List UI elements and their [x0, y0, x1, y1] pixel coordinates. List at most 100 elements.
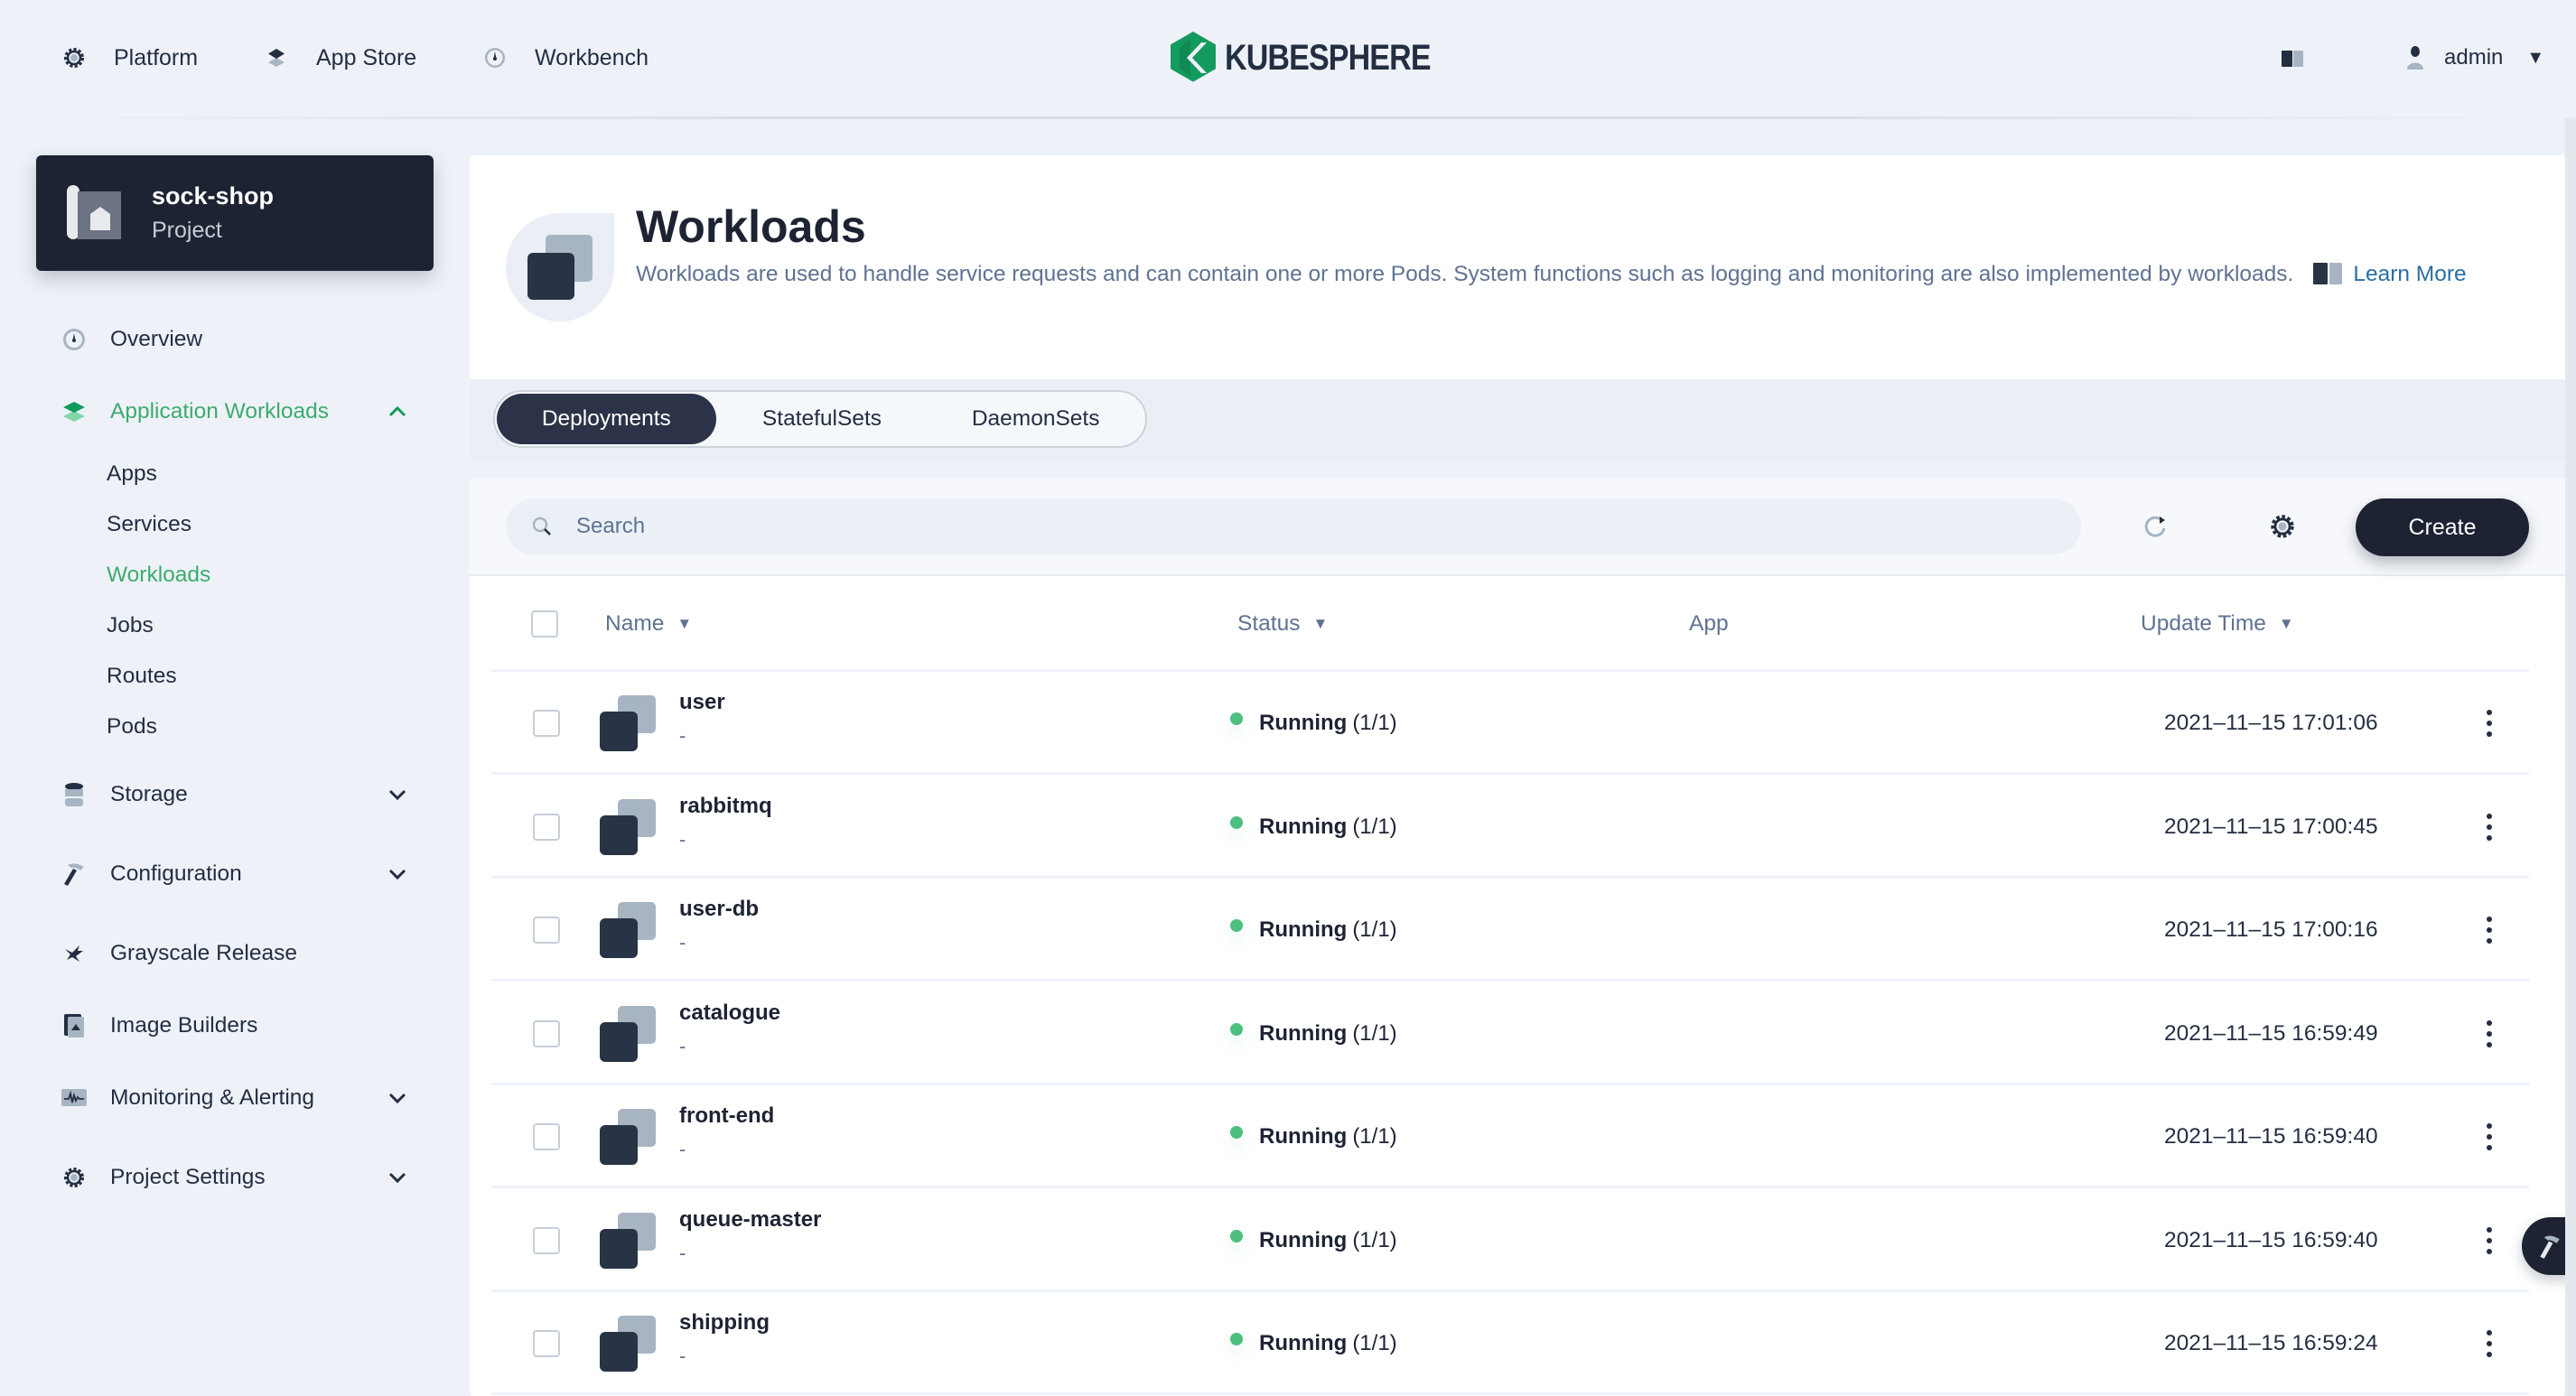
kebab-dot-icon: [2487, 731, 2492, 737]
deployment-icon: [600, 902, 656, 958]
kebab-dot-icon: [2487, 824, 2492, 830]
table-row[interactable]: rabbitmq - Running (1/1) 2021–11–15 17:0…: [491, 776, 2529, 879]
kebab-dot-icon: [2487, 1248, 2492, 1254]
sidebar-item-application-workloads[interactable]: Application Workloads: [61, 394, 423, 430]
workload-description: -: [679, 724, 686, 747]
nav-platform-label: Platform: [114, 44, 199, 70]
gear-icon: [2271, 515, 2294, 538]
workload-name[interactable]: user-db: [679, 897, 759, 922]
row-checkbox[interactable]: [533, 813, 560, 841]
workload-description: -: [679, 1345, 686, 1367]
sidebar-item-label: Configuration: [110, 861, 242, 886]
column-status[interactable]: Status ▼: [1237, 576, 1328, 672]
more-actions-button[interactable]: [2480, 810, 2498, 844]
workload-description: -: [679, 1138, 686, 1160]
sidebar-subitem-apps[interactable]: Apps: [107, 458, 157, 490]
row-checkbox[interactable]: [533, 1330, 560, 1357]
documentation-button[interactable]: [2280, 45, 2307, 72]
status-text: Running: [1259, 1227, 1348, 1252]
search-box[interactable]: [506, 498, 2081, 554]
workload-name[interactable]: front-end: [679, 1103, 774, 1129]
workload-name[interactable]: shipping: [679, 1310, 770, 1336]
description-text: Workloads are used to handle service req…: [636, 262, 2294, 286]
column-update-time[interactable]: Update Time ▼: [2141, 576, 2294, 672]
row-checkbox[interactable]: [533, 1123, 560, 1150]
create-button[interactable]: Create: [2356, 498, 2529, 556]
workload-description: -: [679, 1034, 686, 1057]
sidebar-item-storage[interactable]: Storage: [61, 777, 423, 813]
sidebar-subitem-pods[interactable]: Pods: [107, 711, 157, 743]
project-selector[interactable]: sock-shop Project: [36, 155, 434, 271]
more-actions-button[interactable]: [2480, 706, 2498, 740]
workload-description: -: [679, 931, 686, 954]
sidebar-item-overview[interactable]: Overview: [61, 321, 423, 358]
top-navbar: Platform App Store Workbench KUBESPHERE …: [0, 0, 2576, 119]
update-time: 2021–11–15 16:59:40: [2164, 1124, 2378, 1149]
table-row[interactable]: queue-master - Running (1/1) 2021–11–15 …: [491, 1189, 2529, 1292]
more-actions-button[interactable]: [2480, 913, 2498, 947]
table-row[interactable]: catalogue - Running (1/1) 2021–11–15 16:…: [491, 982, 2529, 1085]
layers-icon: [61, 399, 87, 424]
more-actions-button[interactable]: [2480, 1017, 2498, 1051]
book-icon: [2313, 263, 2343, 284]
replica-count: (1/1): [1352, 1227, 1397, 1252]
status-badge: Running (1/1): [1230, 1225, 1397, 1256]
refresh-button[interactable]: [2142, 513, 2170, 540]
learn-more-link[interactable]: Learn More: [2353, 262, 2466, 286]
nav-workbench[interactable]: Workbench: [481, 40, 649, 76]
tab-deployments[interactable]: Deployments: [497, 394, 716, 444]
sidebar-item-project-settings[interactable]: Project Settings: [61, 1159, 423, 1196]
row-checkbox[interactable]: [533, 1226, 560, 1254]
table-settings-button[interactable]: [2269, 513, 2296, 540]
select-all-checkbox[interactable]: [531, 610, 558, 638]
database-icon: [61, 782, 87, 807]
more-actions-button[interactable]: [2480, 1120, 2498, 1154]
chevron-down-icon: [388, 1172, 406, 1184]
row-checkbox[interactable]: [533, 917, 560, 944]
workload-name[interactable]: user: [679, 690, 725, 715]
kebab-dot-icon: [2487, 710, 2492, 715]
more-actions-button[interactable]: [2480, 1224, 2498, 1258]
sidebar-item-image-builders[interactable]: Image Builders: [61, 1008, 423, 1044]
sidebar-subitem-routes[interactable]: Routes: [107, 660, 177, 693]
nav-app-store-label: App Store: [316, 44, 417, 70]
row-checkbox[interactable]: [533, 1019, 560, 1047]
page-scrollbar[interactable]: [2565, 117, 2576, 1396]
sidebar-item-monitoring-alerting[interactable]: Monitoring & Alerting: [61, 1080, 423, 1116]
sidebar-subitem-services[interactable]: Services: [107, 508, 191, 541]
nav-platform[interactable]: Platform: [60, 40, 198, 76]
table-row[interactable]: user-db - Running (1/1) 2021–11–15 17:00…: [491, 879, 2529, 982]
status-badge: Running (1/1): [1230, 812, 1397, 842]
more-actions-button[interactable]: [2480, 1326, 2498, 1361]
update-time: 2021–11–15 16:59:40: [2164, 1227, 2378, 1252]
sidebar-item-grayscale-release[interactable]: Grayscale Release: [61, 935, 423, 972]
workload-name[interactable]: rabbitmq: [679, 794, 772, 819]
table-row[interactable]: shipping - Running (1/1) 2021–11–15 16:5…: [491, 1292, 2529, 1395]
deployment-icon: [600, 1316, 656, 1372]
table-row[interactable]: user - Running (1/1) 2021–11–15 17:01:06: [491, 672, 2529, 775]
nav-app-store[interactable]: App Store: [262, 40, 416, 76]
search-input[interactable]: [576, 514, 2021, 539]
status-dot-icon: [1230, 815, 1243, 829]
sidebar-subitem-jobs[interactable]: Jobs: [107, 610, 154, 642]
table-toolbar: Create: [470, 479, 2565, 576]
tab-daemonsets[interactable]: DaemonSets: [928, 394, 1143, 444]
workload-name[interactable]: queue-master: [679, 1207, 821, 1233]
kubesphere-logo-icon: [1171, 32, 1216, 82]
sort-caret-icon: ▼: [2278, 615, 2294, 632]
workload-name[interactable]: catalogue: [679, 1000, 780, 1026]
sidebar-item-configuration[interactable]: Configuration: [61, 856, 423, 892]
user-menu[interactable]: admin ▼: [2404, 40, 2544, 76]
column-name[interactable]: Name ▼: [605, 576, 692, 672]
kebab-dot-icon: [2487, 1330, 2492, 1336]
status-badge: Running (1/1): [1230, 1328, 1397, 1359]
row-checkbox[interactable]: [533, 710, 560, 737]
page-header: Workloads Workloads are used to handle s…: [470, 155, 2565, 379]
status-dot-icon: [1230, 919, 1243, 932]
tab-statefulsets[interactable]: StatefulSets: [716, 394, 929, 444]
hammer-icon: [2540, 1235, 2560, 1259]
table-row[interactable]: front-end - Running (1/1) 2021–11–15 16:…: [491, 1085, 2529, 1188]
kubesphere-logo[interactable]: KUBESPHERE: [1171, 31, 1467, 85]
update-time: 2021–11–15 17:00:45: [2164, 814, 2378, 839]
sidebar-subitem-workloads[interactable]: Workloads: [107, 559, 210, 591]
